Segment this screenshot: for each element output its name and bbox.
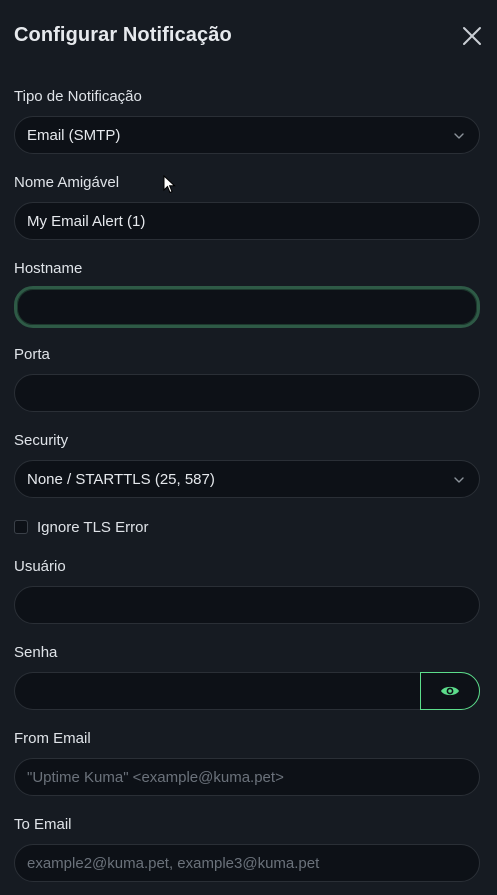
modal-header: Configurar Notificação bbox=[0, 0, 497, 72]
password-label: Senha bbox=[14, 644, 58, 661]
notification-settings-modal: Configurar Notificação Tipo de Notificaç… bbox=[0, 0, 497, 895]
chevron-down-icon bbox=[454, 133, 464, 139]
to-email-input[interactable]: example2@kuma.pet, example3@kuma.pet bbox=[14, 844, 480, 882]
security-label: Security bbox=[14, 432, 69, 449]
to-email-placeholder: example2@kuma.pet, example3@kuma.pet bbox=[27, 854, 320, 872]
hostname-input[interactable] bbox=[14, 286, 480, 328]
port-input[interactable] bbox=[14, 374, 480, 412]
friendly-name-input[interactable]: My Email Alert (1) bbox=[14, 202, 480, 240]
hostname-label: Hostname bbox=[14, 260, 83, 277]
ignore-tls-row: Ignore TLS Error bbox=[14, 517, 148, 537]
username-input[interactable] bbox=[14, 586, 480, 624]
from-email-placeholder: "Uptime Kuma" <example@kuma.pet> bbox=[27, 768, 284, 786]
notification-type-label: Tipo de Notificação bbox=[14, 88, 142, 105]
toggle-password-visibility-button[interactable] bbox=[420, 672, 480, 710]
mouse-pointer-icon bbox=[163, 175, 176, 194]
username-label: Usuário bbox=[14, 558, 66, 575]
ignore-tls-checkbox[interactable] bbox=[14, 520, 28, 534]
notification-type-select[interactable]: Email (SMTP) bbox=[14, 116, 480, 154]
from-email-input[interactable]: "Uptime Kuma" <example@kuma.pet> bbox=[14, 758, 480, 796]
close-icon bbox=[463, 27, 481, 45]
from-email-label: From Email bbox=[14, 730, 91, 747]
friendly-name-value: My Email Alert (1) bbox=[27, 212, 146, 230]
to-email-label: To Email bbox=[14, 816, 72, 833]
notification-type-value: Email (SMTP) bbox=[27, 126, 121, 144]
modal-title: Configurar Notificação bbox=[14, 24, 232, 46]
eye-icon bbox=[441, 686, 459, 696]
password-input[interactable] bbox=[14, 672, 420, 710]
security-value: None / STARTTLS (25, 587) bbox=[27, 470, 215, 488]
security-select[interactable]: None / STARTTLS (25, 587) bbox=[14, 460, 480, 498]
ignore-tls-label[interactable]: Ignore TLS Error bbox=[37, 519, 148, 536]
port-label: Porta bbox=[14, 346, 50, 363]
close-button[interactable] bbox=[461, 25, 483, 47]
chevron-down-icon bbox=[454, 477, 464, 483]
friendly-name-label: Nome Amigável bbox=[14, 174, 120, 191]
